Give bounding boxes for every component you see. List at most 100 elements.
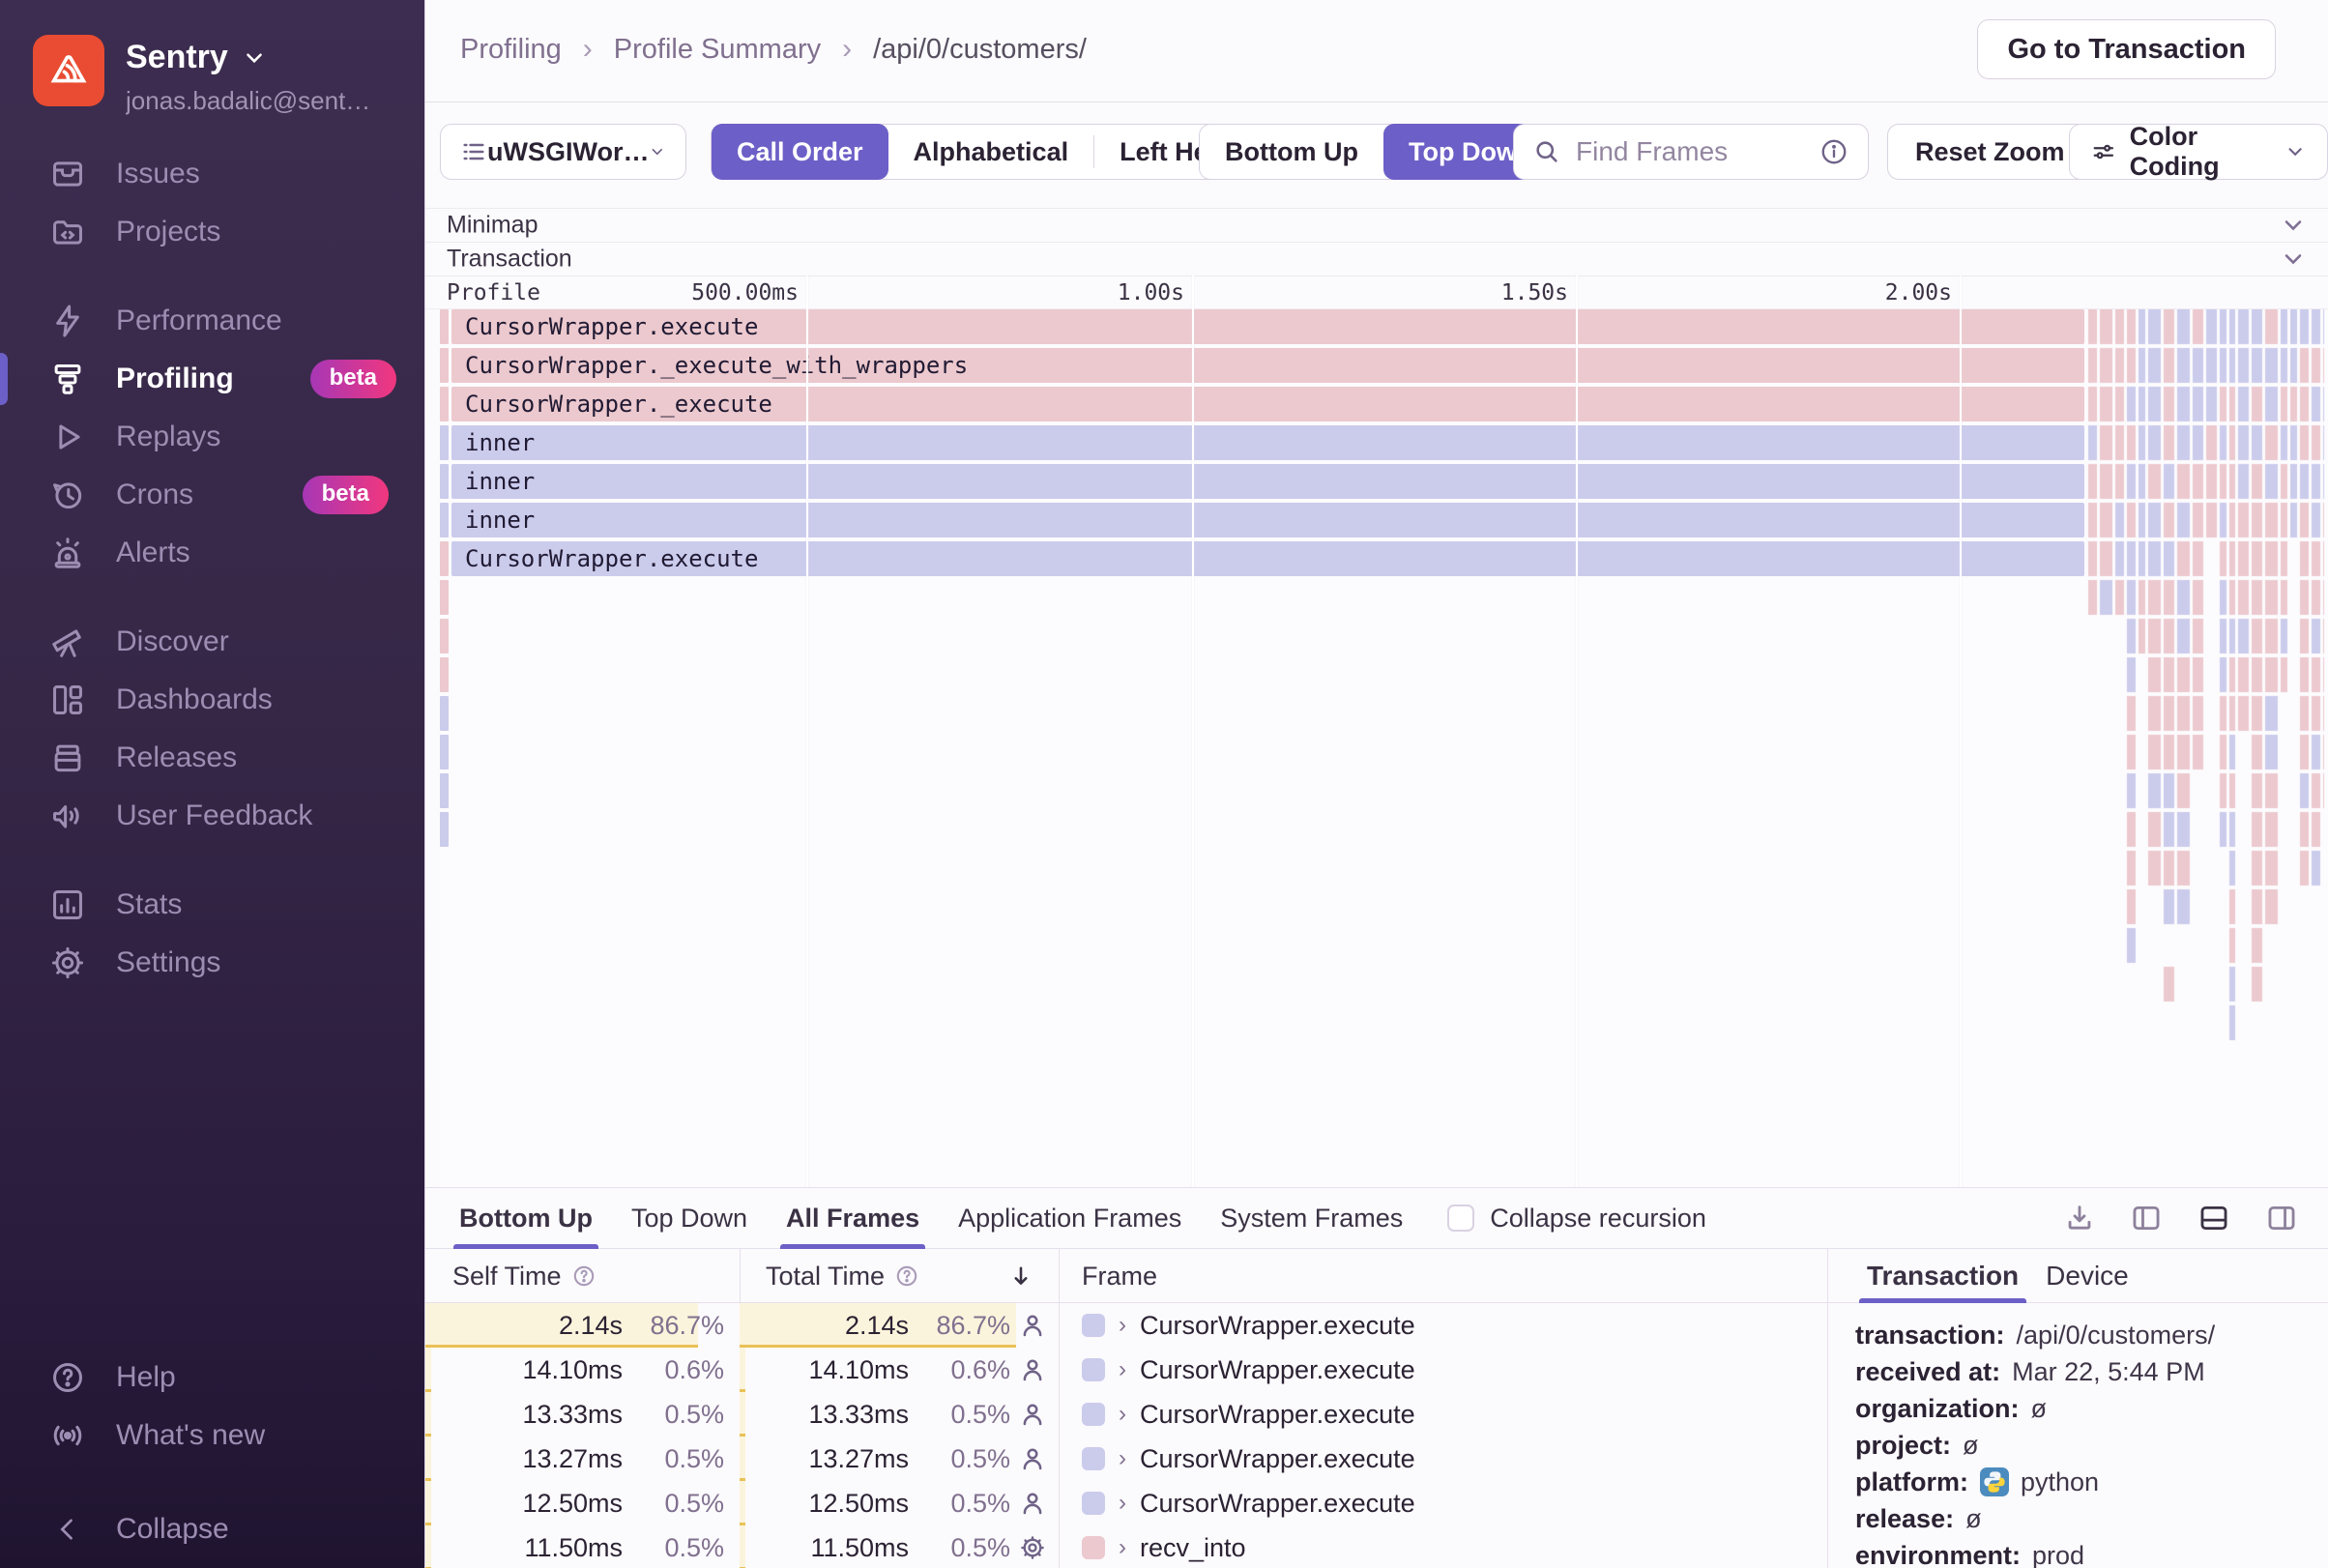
help-circle-icon[interactable] xyxy=(894,1263,919,1289)
expand-chevron-icon[interactable]: › xyxy=(1119,1445,1126,1472)
breadcrumb-item[interactable]: /api/0/customers/ xyxy=(873,34,1087,66)
sidebar-item-projects[interactable]: Projects xyxy=(0,203,425,261)
flamegraph-edge-frame[interactable] xyxy=(440,387,449,421)
sidebar-item-releases[interactable]: Releases xyxy=(0,729,425,787)
frame-header[interactable]: Frame xyxy=(1082,1249,1157,1303)
export-profile-icon[interactable] xyxy=(2063,1202,2096,1234)
breadcrumb-item[interactable]: Profile Summary xyxy=(614,34,821,66)
flamegraph-edge-frame[interactable] xyxy=(440,773,449,808)
flamegraph-edge-frame[interactable] xyxy=(440,464,449,499)
reset-zoom-button[interactable]: Reset Zoom xyxy=(1887,124,2093,180)
sidebar-item-settings[interactable]: Settings xyxy=(0,934,425,992)
sidebar-item-discover[interactable]: Discover xyxy=(0,613,425,671)
flamegraph-edge-frame[interactable] xyxy=(440,812,449,847)
minimap-section-header[interactable]: Minimap xyxy=(425,208,2328,242)
flamegraph-frame[interactable]: CursorWrapper.execute xyxy=(451,541,2084,576)
sidebar-collapse-button[interactable]: Collapse xyxy=(0,1500,425,1558)
sidebar-item-alerts[interactable]: Alerts xyxy=(0,524,425,582)
self-time-percent: 0.5% xyxy=(664,1443,724,1473)
flamegraph-canvas[interactable]: CursorWrapper.execute CursorWrapper._exec… xyxy=(440,276,2328,1187)
flamegraph-edge-frame[interactable] xyxy=(440,425,449,460)
table-row[interactable]: 14.10ms 0.6% 14.10ms 0.6% › CursorWrapper.exe… xyxy=(425,1348,1827,1392)
total-time-header[interactable]: Total Time xyxy=(766,1249,919,1303)
frame-cell[interactable]: › CursorWrapper.execute xyxy=(1059,1481,1827,1525)
panel-tab-application-frames[interactable]: Application Frames xyxy=(939,1187,1201,1249)
time-axis: Profile 500.00ms 1.00s 1.50s 2.00s xyxy=(425,276,2328,309)
expand-chevron-icon[interactable]: › xyxy=(1119,1356,1126,1383)
sidebar-item-crons[interactable]: Crons beta xyxy=(0,466,425,524)
expand-chevron-icon[interactable]: › xyxy=(1119,1312,1126,1339)
table-row[interactable]: 12.50ms 0.5% 12.50ms 0.5% › CursorWrapper.exe… xyxy=(425,1481,1827,1525)
expand-chevron-icon[interactable]: › xyxy=(1119,1490,1126,1517)
sidebar-item-label: User Feedback xyxy=(116,799,313,831)
thread-selector-dropdown[interactable]: uWSGIWor… xyxy=(440,124,686,180)
org-switcher[interactable]: Sentry jonas.badalic@sent… xyxy=(33,35,367,116)
breadcrumb-item[interactable]: Profiling xyxy=(460,34,562,66)
layout-right-panel-icon[interactable] xyxy=(2264,1202,2299,1234)
panel-tab-system-frames[interactable]: System Frames xyxy=(1201,1187,1422,1249)
expand-chevron-icon[interactable]: › xyxy=(1119,1401,1126,1428)
sidebar-item-dashboards[interactable]: Dashboards xyxy=(0,671,425,729)
chevron-down-icon[interactable] xyxy=(2280,246,2307,273)
sidebar-item-issues[interactable]: Issues xyxy=(0,145,425,203)
flamegraph-frame[interactable]: CursorWrapper.execute xyxy=(451,309,2084,344)
sidebar-item-user-feedback[interactable]: User Feedback xyxy=(0,787,425,845)
panel-tab-top-down[interactable]: Top Down xyxy=(612,1187,767,1249)
frame-cell[interactable]: › CursorWrapper.execute xyxy=(1059,1303,1827,1348)
flamegraph-frame[interactable]: CursorWrapper._execute_with_wrappers xyxy=(451,348,2084,383)
layout-left-panel-icon[interactable] xyxy=(2129,1202,2164,1234)
sidebar-item-replays[interactable]: Replays xyxy=(0,408,425,466)
help-circle-icon[interactable] xyxy=(571,1263,597,1289)
sidebar-item-performance[interactable]: Performance xyxy=(0,292,425,350)
flamegraph-edge-frame[interactable] xyxy=(440,541,449,576)
direction-option-bottom-up[interactable]: Bottom Up xyxy=(1200,124,1383,180)
flamegraph-dense-region[interactable] xyxy=(2086,309,2328,1137)
table-row[interactable]: 13.27ms 0.5% 13.27ms 0.5% › CursorWrapper.exe… xyxy=(425,1437,1827,1481)
sidebar-item-stats[interactable]: Stats xyxy=(0,876,425,934)
table-row[interactable]: 13.33ms 0.5% 13.33ms 0.5% › CursorWrapper.exe… xyxy=(425,1392,1827,1437)
layout-bottom-panel-icon[interactable] xyxy=(2197,1202,2231,1234)
flamegraph-edge-frame[interactable] xyxy=(440,348,449,383)
flamegraph-edge-frame[interactable] xyxy=(440,503,449,537)
flamegraph-edge-frame[interactable] xyxy=(440,309,449,344)
sort-option-alphabetical[interactable]: Alphabetical xyxy=(888,124,1094,180)
color-coding-dropdown[interactable]: Color Coding xyxy=(2069,122,2328,181)
expand-chevron-icon[interactable]: › xyxy=(1119,1534,1126,1561)
flamegraph-frame[interactable]: inner xyxy=(451,503,2084,537)
self-time-cell: 13.27ms 0.5% xyxy=(425,1437,740,1481)
flamegraph-edge-frame[interactable] xyxy=(440,696,449,731)
go-to-transaction-button[interactable]: Go to Transaction xyxy=(1977,19,2276,79)
transaction-section-header[interactable]: Transaction xyxy=(425,242,2328,276)
flamegraph-frame[interactable]: inner xyxy=(451,464,2084,499)
frame-cell[interactable]: › recv_into xyxy=(1059,1525,1827,1568)
chevron-down-icon[interactable] xyxy=(2280,212,2307,239)
table-row[interactable]: 11.50ms 0.5% 11.50ms 0.5% › recv_into xyxy=(425,1525,1827,1568)
flamegraph-edge-frame[interactable] xyxy=(440,619,449,653)
flamegraph-edge-frame[interactable] xyxy=(440,657,449,692)
flamegraph-edge-frame[interactable] xyxy=(440,735,449,769)
find-frames-search[interactable]: Find Frames xyxy=(1513,124,1869,180)
sidebar-item-help[interactable]: Help xyxy=(0,1349,425,1407)
frame-cell[interactable]: › CursorWrapper.execute xyxy=(1059,1437,1827,1481)
self-time-header[interactable]: Self Time xyxy=(452,1249,597,1303)
sort-descending-icon[interactable] xyxy=(1007,1263,1034,1290)
weight-bar xyxy=(740,1481,745,1525)
sidebar-item-what-s-new[interactable]: What's new xyxy=(0,1407,425,1465)
flamegraph-edge-frame[interactable] xyxy=(440,580,449,615)
details-tab-device[interactable]: Device xyxy=(2032,1249,2142,1303)
flamegraph-frame[interactable]: CursorWrapper._execute xyxy=(451,387,2084,421)
details-tab-transaction[interactable]: Transaction xyxy=(1853,1249,2032,1303)
frame-cell[interactable]: › CursorWrapper.execute xyxy=(1059,1348,1827,1392)
sidebar-item-profiling[interactable]: Profiling beta xyxy=(0,350,425,408)
sidebar: Sentry jonas.badalic@sent… Issues Project… xyxy=(0,0,425,1568)
panel-tab-bottom-up[interactable]: Bottom Up xyxy=(440,1187,612,1249)
detail-row: project: ø xyxy=(1855,1429,2310,1462)
frame-cell[interactable]: › CursorWrapper.execute xyxy=(1059,1392,1827,1437)
collapse-recursion-checkbox[interactable] xyxy=(1447,1205,1475,1232)
panel-tab-all-frames[interactable]: All Frames xyxy=(767,1187,939,1249)
flamegraph-frame[interactable]: inner xyxy=(451,425,2084,460)
sort-option-call-order[interactable]: Call Order xyxy=(712,124,888,180)
table-row[interactable]: 2.14s 86.7% 2.14s 86.7% › CursorWrapper.execu… xyxy=(425,1303,1827,1348)
chevron-down-icon xyxy=(2288,148,2302,157)
info-icon[interactable] xyxy=(1819,137,1848,166)
